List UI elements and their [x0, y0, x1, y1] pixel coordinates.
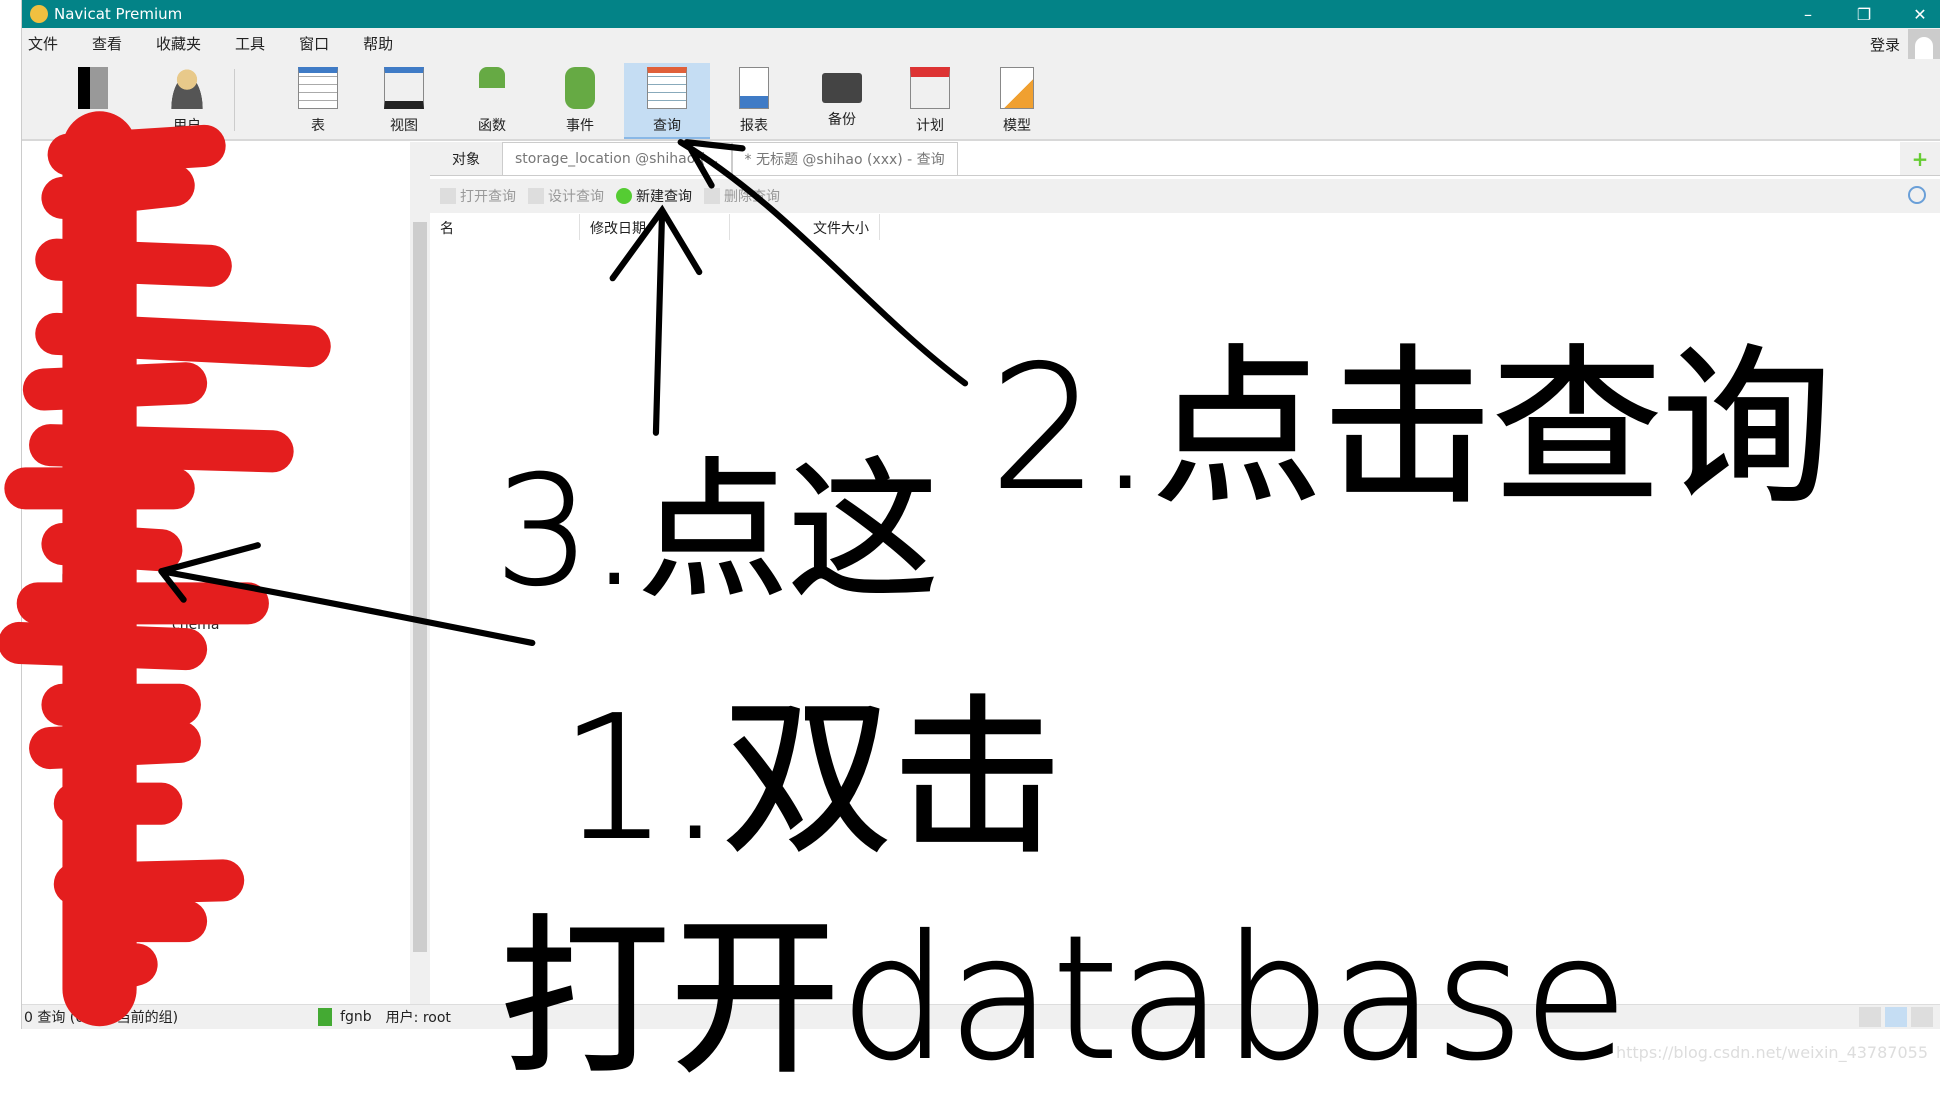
- annotation-open-database: 打开database: [499, 899, 1629, 1099]
- annotation-step2: 2.点击查询: [989, 329, 1833, 529]
- annotation-step1: 1.双击: [559, 679, 1063, 879]
- annotation-step3: 3.点这: [494, 444, 939, 620]
